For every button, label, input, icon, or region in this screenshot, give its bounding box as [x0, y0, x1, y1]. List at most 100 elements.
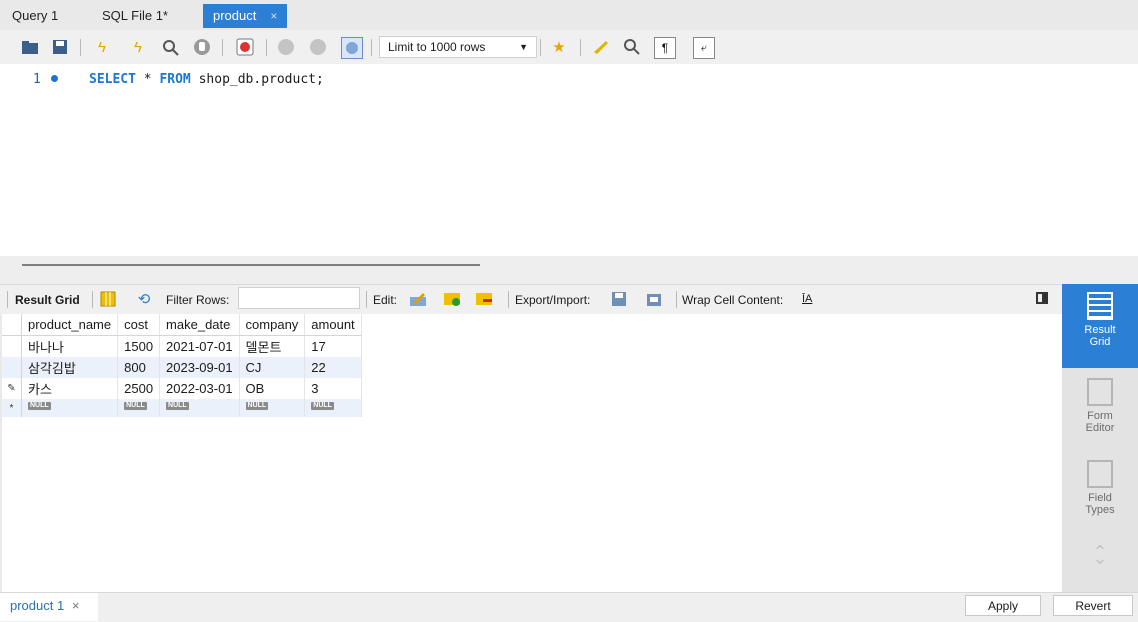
cell[interactable]: CJ	[239, 357, 306, 378]
commit-icon[interactable]	[276, 37, 296, 57]
cell[interactable]: 바나나	[21, 335, 119, 357]
sidebar-item-result-grid[interactable]: Result Grid	[1062, 284, 1138, 368]
cell[interactable]: OB	[239, 378, 306, 399]
result-bottom-bar: product 1 × Apply Revert	[0, 592, 1138, 622]
autocommit-icon[interactable]	[341, 37, 363, 59]
null-cell[interactable]: NULL	[239, 399, 306, 417]
cell[interactable]: 22	[304, 357, 362, 378]
table-row[interactable]: 삼각김밥 800 2023-09-01 CJ 22	[2, 357, 362, 378]
form-editor-icon	[1087, 378, 1113, 406]
revert-button[interactable]: Revert	[1053, 595, 1133, 616]
cell[interactable]: 2500	[117, 378, 161, 399]
keyword-from: FROM	[159, 72, 191, 87]
cell[interactable]: 800	[117, 357, 161, 378]
export-icon[interactable]	[609, 289, 629, 309]
export-import-label: Export/Import:	[515, 293, 591, 307]
result-grid-label[interactable]: Result Grid	[15, 293, 80, 307]
apply-button[interactable]: Apply	[965, 595, 1041, 616]
tab-label: product	[213, 8, 257, 23]
tab-product[interactable]: product ×	[203, 4, 288, 28]
cell[interactable]: 2021-07-01	[159, 335, 240, 357]
sql-statement[interactable]: SELECT * FROM shop_db.product;	[89, 72, 324, 87]
cell[interactable]: 3	[304, 378, 362, 399]
rollback-icon[interactable]	[308, 37, 328, 57]
close-tab-icon[interactable]: ×	[270, 9, 277, 23]
find-icon[interactable]	[622, 37, 642, 57]
cell[interactable]: 2023-09-01	[159, 357, 240, 378]
panel-toggle-icon[interactable]	[1036, 292, 1048, 304]
code-rest: shop_db.product;	[190, 72, 324, 87]
null-cell[interactable]: NULL	[117, 399, 161, 417]
column-header[interactable]: cost	[117, 314, 161, 336]
column-header[interactable]: company	[239, 314, 306, 336]
sidebar-label: Grid	[1089, 336, 1111, 348]
null-badge: NULL	[311, 401, 334, 410]
editor-horizontal-scrollbar[interactable]	[22, 264, 480, 266]
sidebar-label: Editor	[1085, 422, 1115, 434]
sql-editor[interactable]: 1 SELECT * FROM shop_db.product;	[0, 64, 1138, 256]
sidebar-scroll-arrows[interactable]: ⌃ ⌄	[1062, 543, 1138, 586]
cell[interactable]: 삼각김밥	[21, 357, 119, 378]
wrap-cell-icon[interactable]: ĪA	[802, 293, 812, 305]
edit-label: Edit:	[373, 293, 398, 307]
column-header[interactable]: make_date	[159, 314, 240, 336]
filter-rows-input[interactable]	[238, 287, 360, 309]
save-icon[interactable]	[50, 37, 70, 57]
sidebar-label: Field	[1088, 492, 1112, 504]
table-row[interactable]: ✎ 카스 2500 2022-03-01 OB 3	[2, 378, 362, 399]
wrap-cell-label: Wrap Cell Content:	[682, 293, 784, 307]
query-toolbar: ϟ ϟ Limit to 1000 rows ▼ ★ ¶ ⤶	[0, 30, 1138, 64]
explain-icon[interactable]	[160, 37, 180, 57]
sidebar-item-field-types[interactable]: Field Types	[1062, 460, 1138, 530]
code-star: *	[135, 72, 160, 87]
sidebar-item-form-editor[interactable]: Form Editor	[1062, 378, 1138, 448]
null-badge: NULL	[166, 401, 189, 410]
cell[interactable]: 2022-03-01	[159, 378, 240, 399]
null-cell[interactable]: NULL	[21, 399, 119, 417]
grid-layout-icon[interactable]	[98, 289, 118, 309]
new-row-marker[interactable]: *	[2, 399, 22, 417]
column-header[interactable]: product_name	[21, 314, 119, 336]
tab-sql-file-1[interactable]: SQL File 1*	[92, 4, 178, 28]
new-row[interactable]: * NULL NULL NULL NULL NULL	[2, 399, 362, 417]
panel-splitter[interactable]	[0, 256, 1138, 284]
editor-tab-bar: Query 1 SQL File 1* product ×	[0, 0, 1138, 28]
null-badge: NULL	[28, 401, 51, 410]
cell[interactable]: 1500	[117, 335, 161, 357]
field-types-icon	[1087, 460, 1113, 488]
limit-rows-select[interactable]: Limit to 1000 rows ▼	[379, 36, 537, 58]
execute-current-icon[interactable]: ϟ	[128, 37, 148, 57]
add-snippet-icon[interactable]: ★	[549, 37, 569, 57]
beautify-icon[interactable]	[591, 37, 611, 57]
cell[interactable]: 17	[304, 335, 362, 357]
result-tab-label: product 1	[10, 598, 65, 613]
statement-marker-icon	[51, 75, 58, 82]
import-icon[interactable]	[644, 289, 664, 309]
stop-icon[interactable]	[192, 37, 212, 57]
execute-icon[interactable]: ϟ	[92, 37, 112, 57]
open-folder-icon[interactable]	[20, 37, 40, 57]
cell[interactable]: 카스	[21, 378, 119, 399]
refresh-icon[interactable]: ⟲	[134, 289, 154, 309]
invisible-chars-icon[interactable]: ¶	[654, 37, 676, 59]
insert-row-icon[interactable]	[442, 289, 462, 309]
null-badge: NULL	[245, 401, 269, 410]
column-header[interactable]: amount	[304, 314, 362, 336]
cell[interactable]: 델몬트	[239, 335, 306, 357]
limit-rows-value: Limit to 1000 rows	[388, 40, 486, 54]
close-result-tab-icon[interactable]: ×	[72, 598, 80, 613]
null-cell[interactable]: NULL	[159, 399, 240, 417]
chevron-down-icon[interactable]: ⌄	[1062, 549, 1138, 567]
filter-rows-label: Filter Rows:	[166, 293, 230, 307]
tab-query-1[interactable]: Query 1	[2, 4, 68, 28]
row-header[interactable]	[2, 357, 22, 378]
result-tab-product-1[interactable]: product 1 ×	[0, 593, 98, 621]
delete-row-icon[interactable]	[474, 289, 494, 309]
null-cell[interactable]: NULL	[304, 399, 362, 417]
edit-row-icon[interactable]	[408, 289, 428, 309]
wrap-icon[interactable]: ⤶	[693, 37, 715, 59]
row-header[interactable]	[2, 335, 22, 357]
toggle-error-icon[interactable]	[235, 37, 255, 57]
edit-row-marker[interactable]: ✎	[2, 378, 22, 399]
table-row[interactable]: 바나나 1500 2021-07-01 델몬트 17	[2, 335, 362, 357]
